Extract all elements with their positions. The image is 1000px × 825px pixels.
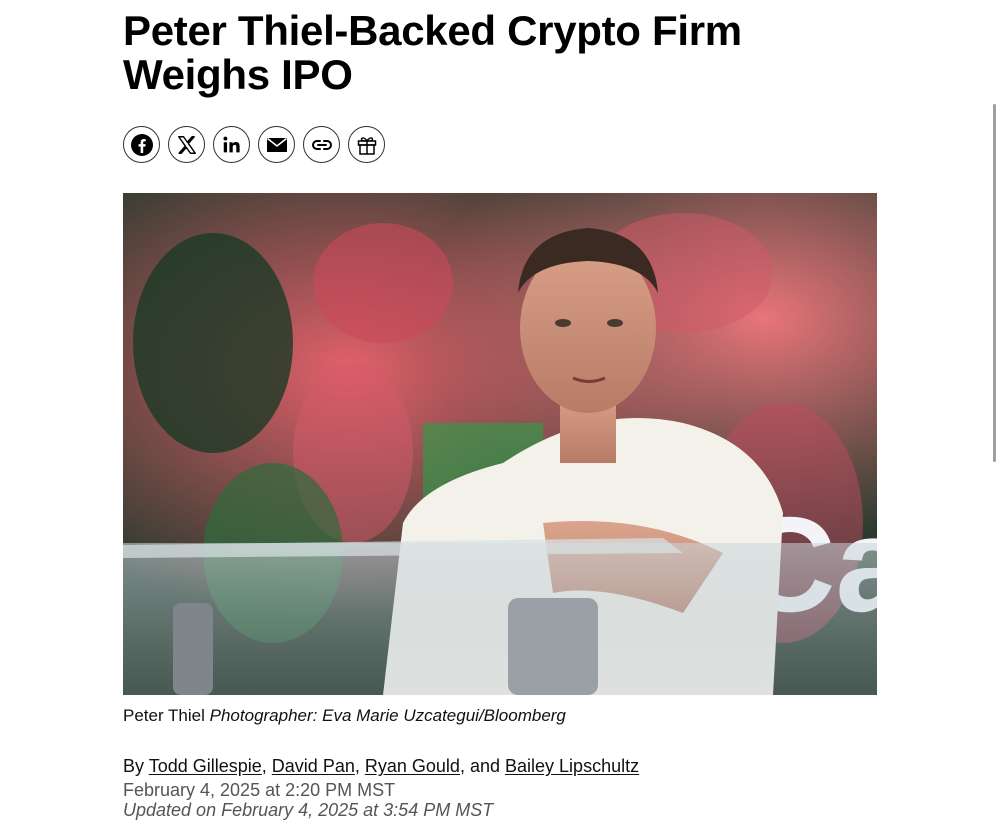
- linkedin-icon: [222, 136, 240, 152]
- author-link[interactable]: Todd Gillespie: [149, 756, 262, 776]
- link-icon: [311, 139, 332, 150]
- hero-image: Ca: [123, 193, 877, 695]
- caption-credit: Photographer: Eva Marie Uzcategui/Bloomb…: [209, 706, 566, 725]
- share-bar: [123, 126, 385, 163]
- x-icon: [177, 135, 196, 154]
- headline: Peter Thiel-Backed Crypto Firm Weighs IP…: [123, 7, 742, 98]
- updated-date: Updated on February 4, 2025 at 3:54 PM M…: [123, 800, 494, 820]
- article-content: Peter Thiel-Backed Crypto Firm Weighs IP…: [123, 0, 883, 820]
- author-link[interactable]: Ryan Gould: [365, 756, 460, 776]
- share-email-button[interactable]: [258, 126, 295, 163]
- share-facebook-button[interactable]: [123, 126, 160, 163]
- scrollbar[interactable]: [993, 104, 996, 462]
- byline-separator: ,: [261, 756, 267, 776]
- gift-icon: [357, 136, 376, 155]
- image-caption: Peter Thiel Photographer: Eva Marie Uzca…: [123, 706, 566, 726]
- author-link[interactable]: Bailey Lipschultz: [505, 756, 639, 776]
- hero-photo: Ca: [123, 193, 877, 695]
- copy-link-button[interactable]: [303, 126, 340, 163]
- caption-subject: Peter Thiel: [123, 706, 205, 725]
- email-icon: [266, 137, 287, 152]
- published-date: February 4, 2025 at 2:20 PM MST: [123, 780, 396, 800]
- article-page: Peter Thiel-Backed Crypto Firm Weighs IP…: [0, 0, 1000, 825]
- facebook-icon: [130, 133, 153, 156]
- author-link[interactable]: David Pan: [272, 756, 355, 776]
- byline-separator: , and: [459, 756, 500, 776]
- share-x-button[interactable]: [168, 126, 205, 163]
- byline: By Todd Gillespie, David Pan, Ryan Gould…: [123, 756, 639, 776]
- byline-prefix: By: [123, 756, 145, 776]
- byline-separator: ,: [354, 756, 360, 776]
- share-linkedin-button[interactable]: [213, 126, 250, 163]
- gift-article-button[interactable]: [348, 126, 385, 163]
